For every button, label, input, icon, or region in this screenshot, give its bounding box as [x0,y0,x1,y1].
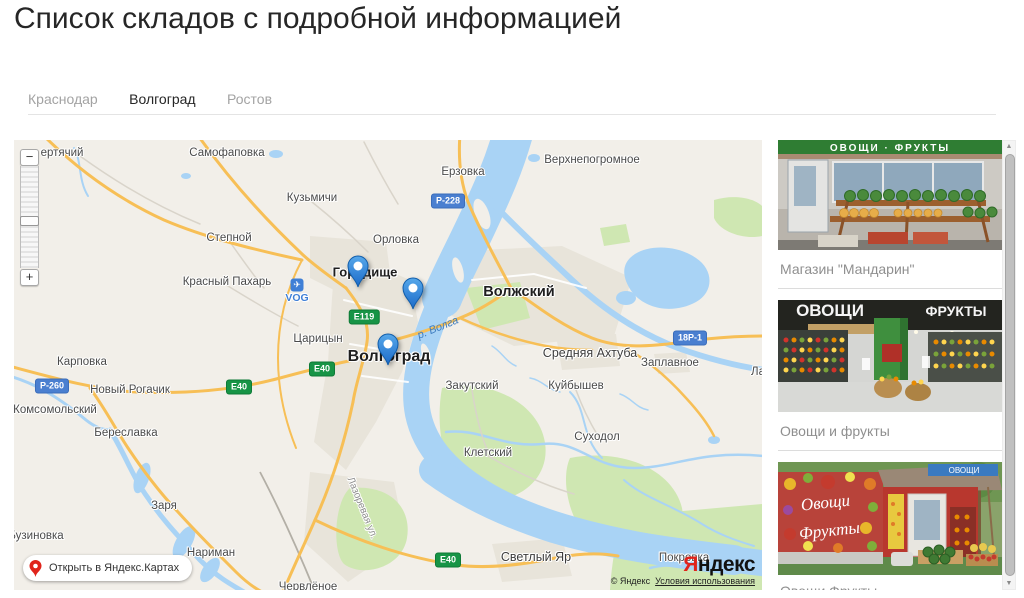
store-photo-mandarin[interactable]: ОВОЩИ · ФРУКТЫ [778,140,1002,250]
store-photo-ovoshchi-i-frukty[interactable]: ОВОЩИ ФРУКТЫ [778,300,1002,412]
terms-of-use-link[interactable]: Условия использования [655,576,755,586]
store-photo-ovoshchi-frukty[interactable]: Овощи Фрукты ОВОЩИ [778,462,1002,575]
card-divider [778,450,1002,451]
store-list: ОВОЩИ · ФРУКТЫ Магазин "Мандарин" [778,140,1016,590]
warehouse-list-page: Список складов с подробной информацией К… [0,0,1024,598]
open-in-yandex-maps-button[interactable]: Открыть в Яндекс.Картах [23,555,192,581]
tab-rostov[interactable]: Ростов [227,91,272,107]
svg-text:ОВОЩИ: ОВОЩИ [949,466,980,475]
store-card: Овощи Фрукты ОВОЩИ [778,462,1016,590]
zoom-slider-handle[interactable] [20,216,39,226]
zoom-out-button[interactable]: − [20,149,39,166]
zoom-slider-track[interactable] [20,166,39,268]
tab-volgograd[interactable]: Волгоград [129,91,195,107]
scrollbar-thumb[interactable] [1005,154,1015,576]
scroll-up-arrow-icon[interactable]: ▲ [1003,143,1015,150]
svg-text:ОВОЩИ: ОВОЩИ [796,301,864,320]
store-caption[interactable]: Овощи Фрукты [780,583,1002,590]
store-caption[interactable]: Овощи и фрукты [780,423,1002,439]
city-tabs: Краснодар Волгоград Ростов [28,91,299,109]
copyright-text: © Яндекс [611,576,650,586]
map-placemark-icon[interactable] [375,332,401,371]
card-divider [778,288,1002,289]
scroll-down-arrow-icon[interactable]: ▼ [1003,580,1015,587]
map-placemark-icon[interactable] [345,254,371,293]
tabs-divider [28,114,996,115]
map-zoom-control: − + [20,148,39,286]
yandex-logo[interactable]: Яндекс [611,554,755,575]
store-caption[interactable]: Магазин "Мандарин" [780,261,1002,277]
store-card: ОВОЩИ · ФРУКТЫ Магазин "Мандарин" [778,140,1016,289]
map-placemark-icon[interactable] [400,276,426,315]
sidebar-scrollbar[interactable]: ▲ ▼ [1002,140,1016,590]
store-card: ОВОЩИ ФРУКТЫ Овощи и фрукты [778,300,1016,451]
map-attribution: Яндекс © Яндекс Условия использования [611,554,755,586]
page-title: Список складов с подробной информацией [14,2,621,36]
yandex-map[interactable]: ертячийСамофаповкаКузьмичиЕрзовкаВерхнеп… [14,140,762,590]
placemarks-layer [14,140,762,590]
svg-text:ОВОЩИ · ФРУКТЫ: ОВОЩИ · ФРУКТЫ [830,143,950,154]
yandex-maps-pin-icon [28,559,43,578]
tab-krasnodar[interactable]: Краснодар [28,91,98,107]
zoom-in-button[interactable]: + [20,269,39,286]
svg-text:ФРУКТЫ: ФРУКТЫ [926,303,987,319]
open-in-yandex-maps-label: Открыть в Яндекс.Картах [49,562,179,574]
